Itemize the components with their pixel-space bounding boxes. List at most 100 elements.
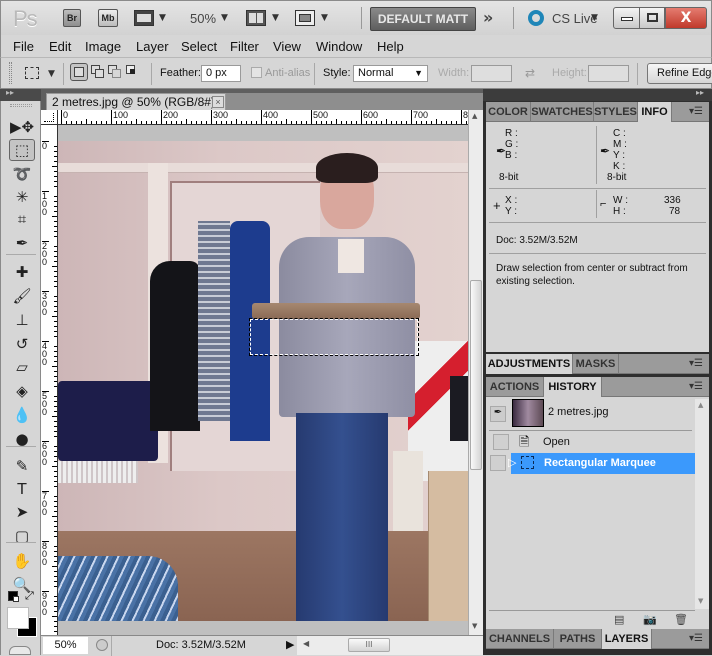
horizontal-ruler[interactable]: 010020030040050060070080 xyxy=(58,110,468,125)
arrange-caret-icon[interactable]: ▼ xyxy=(272,13,279,23)
tab-swatches[interactable]: SWATCHES xyxy=(531,102,594,122)
history-state-open[interactable]: 🗎 Open xyxy=(489,432,695,453)
scroll-down-icon[interactable]: ▼ xyxy=(472,622,477,630)
quick-mask-button[interactable] xyxy=(9,646,31,655)
ruler-origin[interactable] xyxy=(41,110,58,125)
horizontal-scrollbar[interactable]: ◀ III ▶ xyxy=(297,636,509,655)
crop-tool[interactable]: ⌗ xyxy=(9,208,35,230)
snapshot-brush-source-icon[interactable]: ✒ xyxy=(490,406,506,422)
options-grip[interactable] xyxy=(9,62,12,84)
hand-tool[interactable]: ✋ xyxy=(9,550,35,572)
pen-tool[interactable]: ✎ xyxy=(9,455,35,477)
eraser-tool[interactable]: ▱ xyxy=(9,356,35,378)
horizontal-scroll-thumb[interactable]: III xyxy=(348,638,390,652)
new-snapshot-icon[interactable]: 📷 xyxy=(643,613,657,626)
history-brush-source-checkbox[interactable] xyxy=(490,455,506,471)
document-tab[interactable]: 2 metres.jpg @ 50% (RGB/8#) × xyxy=(46,93,226,110)
view-extras-caret-icon[interactable]: ▼ xyxy=(159,13,166,23)
delete-state-icon[interactable]: 🗑 xyxy=(674,613,688,626)
rectangular-marquee-tool[interactable]: ⬚ xyxy=(9,139,35,161)
width-input[interactable] xyxy=(471,65,512,82)
menu-filter[interactable]: Filter xyxy=(230,37,259,54)
workspace-button[interactable]: DEFAULT MATT xyxy=(370,7,476,31)
vertical-scroll-thumb[interactable] xyxy=(470,280,482,470)
menu-view[interactable]: View xyxy=(273,37,301,54)
tab-layers[interactable]: LAYERS xyxy=(602,629,652,649)
history-scrollbar[interactable]: ▲ ▼ xyxy=(695,399,709,609)
blur-tool[interactable]: 💧 xyxy=(9,404,35,426)
clone-stamp-tool[interactable]: ⊥ xyxy=(9,309,35,331)
tab-masks[interactable]: MASKS xyxy=(573,354,619,374)
snapshot-thumbnail[interactable] xyxy=(512,399,544,427)
spot-healing-tool[interactable]: ✚ xyxy=(9,261,35,283)
dock-header[interactable]: ▸▸ xyxy=(483,88,712,101)
status-zoom-input[interactable]: 50% xyxy=(43,637,88,654)
screen-mode-caret-icon[interactable]: ▼ xyxy=(321,13,328,23)
toolbox-header[interactable]: ▸▸ xyxy=(0,88,41,101)
refine-edge-button[interactable]: Refine Edge... xyxy=(647,63,712,84)
history-brush-source-checkbox[interactable] xyxy=(493,434,509,450)
foreground-color-swatch[interactable] xyxy=(7,607,29,629)
tab-channels[interactable]: CHANNELS xyxy=(486,629,554,649)
zoom-caret-icon[interactable]: ▼ xyxy=(221,13,228,23)
scroll-up-icon[interactable]: ▲ xyxy=(472,112,477,120)
status-options-icon[interactable] xyxy=(96,639,108,651)
screen-mode-button[interactable] xyxy=(295,10,315,26)
zoom-level[interactable]: 50% xyxy=(190,11,216,26)
close-window-button[interactable]: X xyxy=(665,7,707,29)
menu-select[interactable]: Select xyxy=(181,37,217,54)
menu-layer[interactable]: Layer xyxy=(136,37,169,54)
mini-bridge-button[interactable]: Mb xyxy=(98,9,118,27)
menu-file[interactable]: File xyxy=(13,37,34,54)
tab-info[interactable]: INFO xyxy=(638,102,672,122)
more-workspaces-icon[interactable]: » xyxy=(483,8,493,27)
vertical-scrollbar[interactable]: ▲ ▼ xyxy=(468,110,483,635)
scroll-left-icon[interactable]: ◀ xyxy=(303,639,309,648)
toolbox-grip[interactable] xyxy=(10,104,32,107)
menu-edit[interactable]: Edit xyxy=(49,37,71,54)
swap-colors-icon[interactable]: ⤢ xyxy=(25,589,34,603)
new-selection-icon[interactable] xyxy=(70,63,88,81)
swap-width-height-icon[interactable]: ⇄ xyxy=(525,66,535,80)
style-select[interactable]: Normal ▼ xyxy=(353,65,428,82)
magic-wand-tool[interactable]: ✳ xyxy=(9,186,35,208)
default-colors-icon[interactable] xyxy=(8,591,19,602)
tool-preset-caret-icon[interactable]: ▼ xyxy=(48,69,55,79)
maximize-button[interactable] xyxy=(639,7,665,29)
panel-menu-icon[interactable]: ▾☰ xyxy=(689,102,703,122)
menu-help[interactable]: Help xyxy=(377,37,404,54)
path-selection-tool[interactable]: ➤ xyxy=(9,501,35,523)
vertical-ruler[interactable]: 0 100 200 300 400 500 600 700 800 900 xyxy=(41,125,58,635)
tab-color[interactable]: COLOR xyxy=(486,102,531,122)
new-document-from-state-icon[interactable]: ▤ xyxy=(614,613,624,626)
marquee-preset-icon[interactable] xyxy=(25,67,39,79)
intersect-selection-icon[interactable] xyxy=(126,65,140,79)
view-extras-button[interactable] xyxy=(134,10,154,26)
history-brush-tool[interactable]: ↺ xyxy=(9,333,35,355)
cs-live-caret-icon[interactable]: ▼ xyxy=(591,13,598,23)
feather-input[interactable]: 0 px xyxy=(201,65,241,82)
bridge-button[interactable]: Br xyxy=(63,9,81,27)
tab-adjustments[interactable]: ADJUSTMENTS xyxy=(486,354,573,374)
add-to-selection-icon[interactable] xyxy=(91,65,105,79)
scroll-up-icon[interactable]: ▲ xyxy=(698,401,703,409)
paint-bucket-tool[interactable]: ◈ xyxy=(9,380,35,402)
lasso-tool[interactable]: ➰ xyxy=(9,163,35,185)
panel-menu-icon[interactable]: ▾☰ xyxy=(689,354,703,374)
menu-window[interactable]: Window xyxy=(316,37,362,54)
subtract-from-selection-icon[interactable] xyxy=(108,65,122,79)
photo-canvas[interactable] xyxy=(58,141,468,621)
type-tool[interactable]: T xyxy=(9,478,35,500)
brush-tool[interactable]: 🖌 xyxy=(9,285,35,307)
scroll-down-icon[interactable]: ▼ xyxy=(698,597,703,605)
tab-paths[interactable]: PATHS xyxy=(554,629,602,649)
tab-history[interactable]: HISTORY xyxy=(544,377,602,397)
panel-menu-icon[interactable]: ▾☰ xyxy=(689,377,703,397)
anti-alias-checkbox[interactable] xyxy=(251,67,262,78)
panel-menu-icon[interactable]: ▾☰ xyxy=(689,629,703,649)
marquee-selection[interactable] xyxy=(249,318,419,356)
status-menu-arrow-icon[interactable]: ▶ xyxy=(286,638,294,651)
minimize-button[interactable] xyxy=(613,7,640,29)
close-document-icon[interactable]: × xyxy=(212,96,224,108)
eyedropper-cmyk-icon[interactable]: ✒ xyxy=(600,144,610,158)
